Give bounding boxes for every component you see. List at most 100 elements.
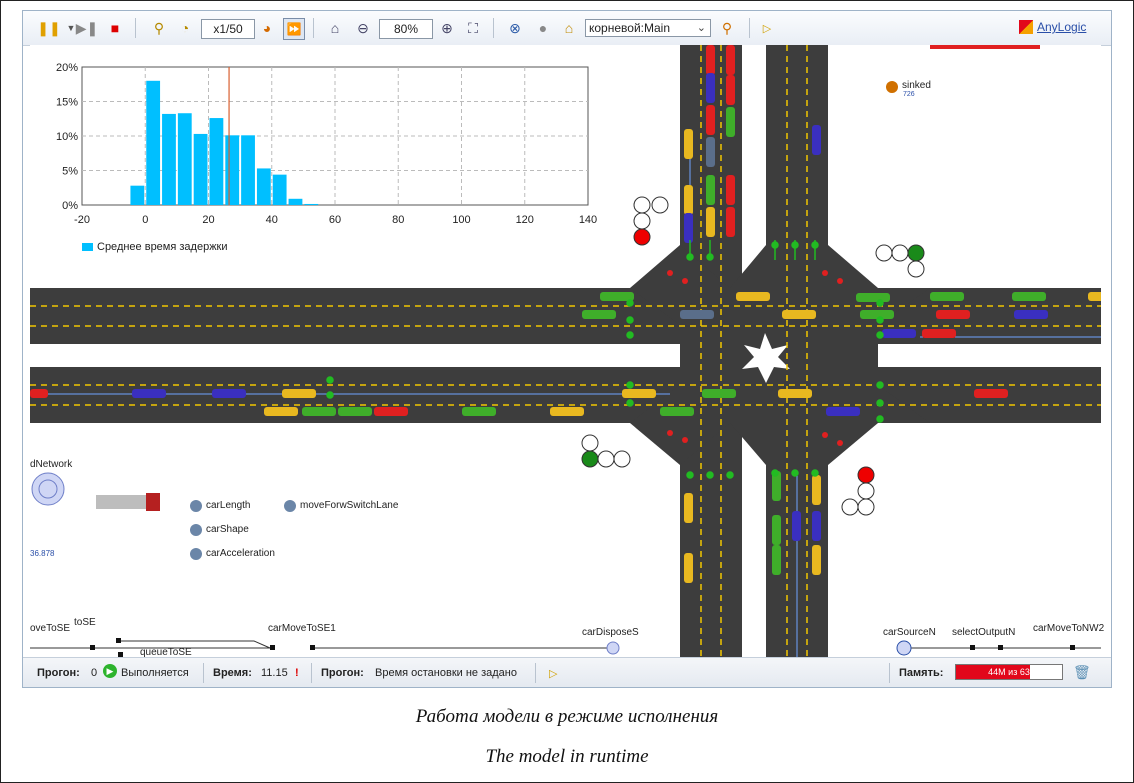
view-select[interactable]: корневой:Main ⌄ [585,19,711,37]
running-status: Выполняется [121,667,189,679]
console-icon[interactable]: ▷ [549,667,557,680]
sinked-value: 726 [903,91,915,98]
zoom-in-icon[interactable]: ⊕ [437,18,457,38]
histogram-bar [146,80,161,205]
warning-icon: ! [295,667,299,679]
histogram-bar [130,185,145,205]
histogram-bar [256,168,271,205]
func-car-shape[interactable]: carShape [206,524,249,535]
x-tick-label: 0 [142,214,148,226]
network-icon[interactable] [31,472,65,506]
x-tick-label: 40 [266,214,278,226]
run-label: Прогон: [37,667,80,679]
toolbar: ❚❚ ▼ ▶❚ ■ ⚲ ◔ x1/50 ◕ ⏩ ⌂ ⊖ 80% ⊕ ⛶ ⊗ ● … [23,11,1111,46]
sinked-label: sinked [902,80,931,91]
flow-select-output-n[interactable]: selectOutputN [952,627,1015,638]
stop-icon[interactable]: ■ [105,18,125,38]
y-tick-label: 0% [62,200,78,212]
histogram-bar [193,133,208,205]
trash-icon[interactable]: 🗑 [1073,664,1091,681]
traffic-light-ne [875,244,925,278]
y-tick-label: 15% [56,97,78,109]
anylogic-window: ❚❚ ▼ ▶❚ ■ ⚲ ◔ x1/50 ◕ ⏩ ⌂ ⊖ 80% ⊕ ⛶ ⊗ ● … [22,10,1112,688]
camera-icon[interactable]: ● [533,18,553,38]
run-until-icon[interactable]: ⚲ [149,18,169,38]
variable-icon [886,81,898,93]
y-tick-label: 20% [56,62,78,74]
y-tick-label: 10% [56,131,78,143]
anylogic-logo[interactable]: AnyLogic [1019,20,1086,34]
x-tick-label: 60 [329,214,341,226]
run-value: 0 [91,667,98,679]
x-tick-label: 80 [392,214,404,226]
navigate-up-icon[interactable]: ⊗ [505,18,525,38]
histogram-bar [288,198,303,205]
status-bar: Прогон: 0 ▶ Выполняется Время: 11.15 ! П… [23,657,1111,687]
x-tick-label: -20 [74,214,90,226]
histogram-bar [162,113,176,205]
function-icon [190,500,202,512]
caption-ru: Работа модели в режиме исполнения [415,706,719,727]
fit-view-icon[interactable]: ⛶ [463,18,483,38]
x-tick-label: 20 [202,214,214,226]
network-label: dNetwork [30,459,73,470]
navigate-view-icon[interactable]: ⌂ [559,18,579,38]
pause-icon[interactable]: ❚❚ [37,18,60,38]
network-value: 36.878 [30,549,55,558]
run2-label: Прогон: [321,667,364,679]
dispose-icon[interactable] [606,641,620,655]
func-car-length[interactable]: carLength [206,500,250,511]
flow-car-dispose-s[interactable]: carDisposeS [582,627,639,638]
legend-swatch-icon [82,243,93,251]
x-tick-label: 100 [452,214,470,226]
time-value: 11.15 [261,667,288,679]
logo-text: AnyLogic [1037,20,1087,34]
caption-en: The model in runtime [485,746,649,767]
histogram-bar [241,135,255,205]
home-view-icon[interactable]: ⌂ [325,18,345,38]
running-icon: ▶ [103,664,117,678]
speed-display: x1/50 [201,19,255,39]
histogram-bar [304,203,319,205]
view-select-value: корневой:Main [589,21,670,35]
flow-to-se[interactable]: toSE [74,617,96,628]
model-canvas[interactable]: -20 0 20 40 60 80 100 120 140 0% 5% 10% 15% 20% Средн… [30,45,1104,658]
viewpoint-icon[interactable]: ⚲ [717,18,737,38]
y-tick-label: 5% [62,166,78,178]
zoom-level[interactable]: 80% [379,19,433,39]
stop-time-text: Время остановки не задано [375,667,517,679]
time-label: Время: [213,667,252,679]
histogram-bar [177,113,192,205]
chart-legend: Среднее время задержки [82,241,228,253]
legend-label: Среднее время задержки [97,241,228,253]
histogram-bar [225,135,240,205]
logo-mark-icon [1019,20,1033,34]
chevron-down-icon: ⌄ [696,22,706,34]
flow-car-move-to-nw2[interactable]: carMoveToNW2 [1033,623,1104,634]
histogram-bar [272,174,287,205]
zoom-out-icon[interactable]: ⊖ [353,18,373,38]
traffic-light-se [841,466,875,516]
traffic-light-nw [633,196,669,246]
flow-car-source-n[interactable]: carSourceN [883,627,936,638]
source-icon[interactable] [896,640,912,656]
intersection [630,245,930,465]
slower-icon[interactable]: ◔ [175,18,195,38]
memory-bar: 44M из 63 [955,664,1063,680]
delay-histogram: -20 0 20 40 60 80 100 120 140 0% 5% 10% 15% 20% [56,62,597,226]
func-move-forw-switch-lane[interactable]: moveForwSwitchLane [300,500,398,511]
flow-car-move-to-se1[interactable]: carMoveToSE1 [268,623,336,634]
memory-label: Память: [899,667,944,679]
flow-move-to-se[interactable]: oveToSE [30,623,70,634]
car-shape-preview [96,495,146,509]
step-icon[interactable]: ▶❚ [76,18,99,38]
faster-icon[interactable]: ◕ [257,18,277,38]
func-car-acceleration[interactable]: carAcceleration [206,548,275,559]
console-icon[interactable]: ▷ [757,18,777,38]
histogram-bar [209,118,224,205]
memory-text: 44M из 63 [988,667,1030,677]
x-tick-label: 120 [516,214,534,226]
x-tick-label: 140 [579,214,597,226]
virtual-time-icon[interactable]: ⏩ [283,18,305,40]
traffic-light-sw [581,434,631,468]
